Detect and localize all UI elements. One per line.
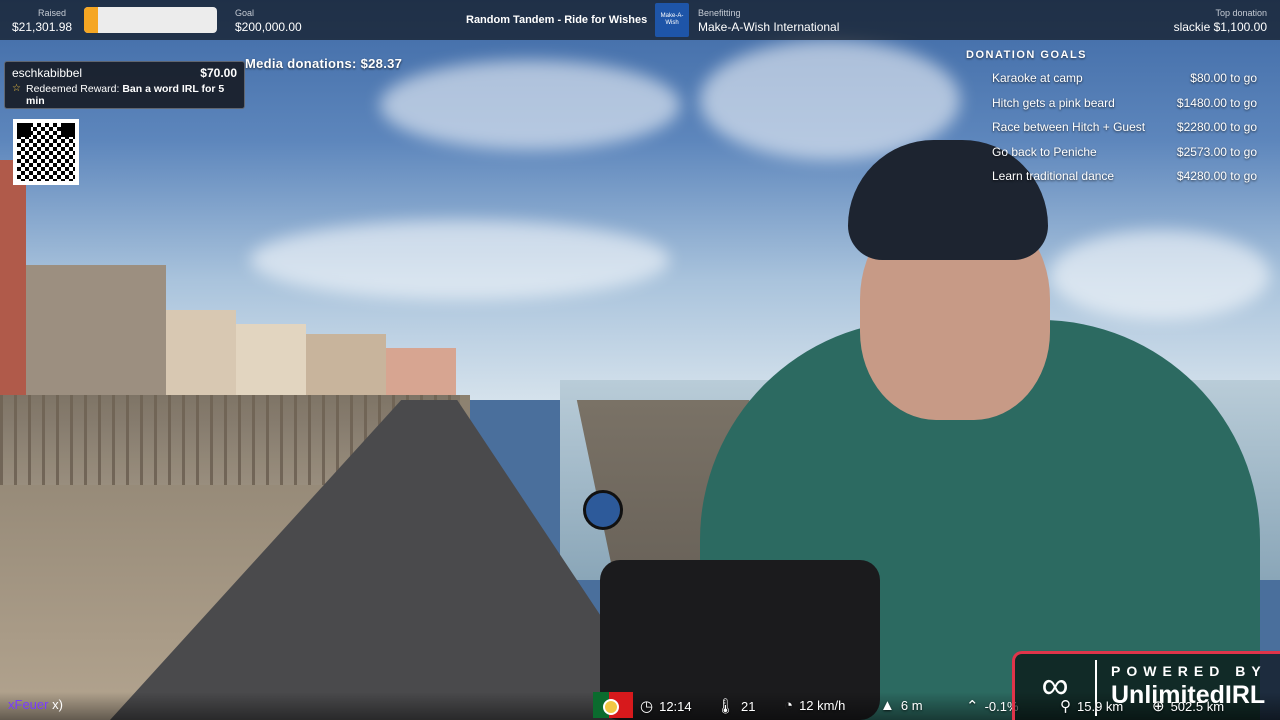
goal-item: Learn traditional dance $4280.00 to go <box>966 169 1266 194</box>
goal-item: Go back to Peniche $2573.00 to go <box>966 145 1266 170</box>
reward-redemption-alert: eschkabibbel $70.00 ☆ Redeemed Reward: Ba… <box>4 61 245 109</box>
powered-by-badge: ∞ POWERED BY UnlimitedIRL <box>1012 651 1280 720</box>
globe-icon: ⊕ <box>1152 698 1165 715</box>
qr-code <box>13 119 79 185</box>
portugal-flag-icon <box>593 692 633 718</box>
stream-title: Random Tandem - Ride for Wishes <box>466 14 648 26</box>
clock-icon: ◷ <box>640 698 654 715</box>
stat-speed: ◔ 12 km/h <box>784 697 845 714</box>
goal-amount: $1480.00 to go <box>1176 95 1257 110</box>
raised-value: $21,301.98 <box>12 20 73 34</box>
raised-label: Raised <box>38 8 67 18</box>
goal-value: $200,000.00 <box>235 20 302 34</box>
redeem-amount: $70.00 <box>200 66 237 80</box>
total-distance-value: 502.5 km <box>1170 698 1225 714</box>
cloud <box>380 60 680 150</box>
bike-icon: ⚲ <box>1060 698 1071 715</box>
progress-fill <box>84 7 99 33</box>
goals-heading: DONATION GOALS <box>966 49 1088 61</box>
stat-time: ◷ 12:14 <box>640 697 692 715</box>
chat-text: x) <box>48 697 63 712</box>
goal-amount: $4280.00 to go <box>1176 169 1257 184</box>
donation-goals-panel: DONATION GOALS Karaoke at camp $80.00 to … <box>966 49 1266 194</box>
goal-item: Karaoke at camp $80.00 to go <box>966 71 1266 96</box>
reward-prefix: Redeemed Reward: <box>26 83 123 95</box>
stat-temperature: 🌡 21 <box>716 697 756 715</box>
stat-distance: ⚲ 15.9 km <box>1060 697 1123 715</box>
media-donations: Media donations: $28.37 <box>245 56 403 71</box>
goal-amount: $2280.00 to go <box>1176 120 1257 135</box>
buildings <box>0 150 470 400</box>
goal-name: Hitch gets a pink beard <box>992 95 1115 110</box>
chat-message: xFeuer x) <box>8 697 63 712</box>
goal-name: Karaoke at camp <box>992 71 1083 85</box>
stat-incline: ⌃ -0.1% <box>966 697 1019 715</box>
goal-amount: $80.00 to go <box>1190 71 1257 85</box>
speedometer-icon: ◔ <box>784 697 794 714</box>
top-donation-label: Top donation <box>1215 8 1267 18</box>
temperature-value: 21 <box>741 698 756 714</box>
logo-text: Make-A-Wish <box>660 13 684 26</box>
goal-name: Learn traditional dance <box>992 169 1115 184</box>
stat-elevation: ▲ 6 m <box>880 697 923 714</box>
goal-amount: $2573.00 to go <box>1176 144 1257 159</box>
thermometer-icon: 🌡 <box>716 698 736 715</box>
star-icon: ☆ <box>12 83 21 94</box>
chevron-up-icon: ⌃ <box>966 698 979 715</box>
speed-value: 12 km/h <box>799 698 846 713</box>
time-value: 12:14 <box>659 698 692 714</box>
goal-name: Go back to Peniche <box>992 144 1097 159</box>
donation-progress-bar <box>84 7 217 33</box>
benefitting-value: Make-A-Wish International <box>698 20 840 34</box>
goal-label: Goal <box>235 8 255 18</box>
mountain-icon: ▲ <box>880 697 895 714</box>
goal-name: Race between Hitch + Guest <box>992 120 1146 135</box>
goal-item: Hitch gets a pink beard $1480.00 to go <box>966 96 1266 121</box>
powered-by-label: POWERED BY <box>1111 663 1267 679</box>
chat-username: xFeuer <box>8 697 49 712</box>
mirror <box>583 490 623 530</box>
elevation-value: 6 m <box>900 698 923 713</box>
goal-item: Race between Hitch + Guest $2280.00 to go <box>966 120 1266 145</box>
top-bar: Raised $21,301.98 Goal $200,000.00 Rando… <box>0 0 1280 40</box>
top-donation-value: slackie $1,100.00 <box>1173 20 1267 34</box>
make-a-wish-logo: Make-A-Wish <box>655 3 689 37</box>
distance-value: 15.9 km <box>1077 698 1124 714</box>
benefitting-label: Benefitting <box>698 8 741 18</box>
stat-total-distance: ⊕ 502.5 km <box>1152 697 1224 715</box>
redeem-reward: ☆ Redeemed Reward: Ban a word IRL for 5 m… <box>12 83 237 107</box>
